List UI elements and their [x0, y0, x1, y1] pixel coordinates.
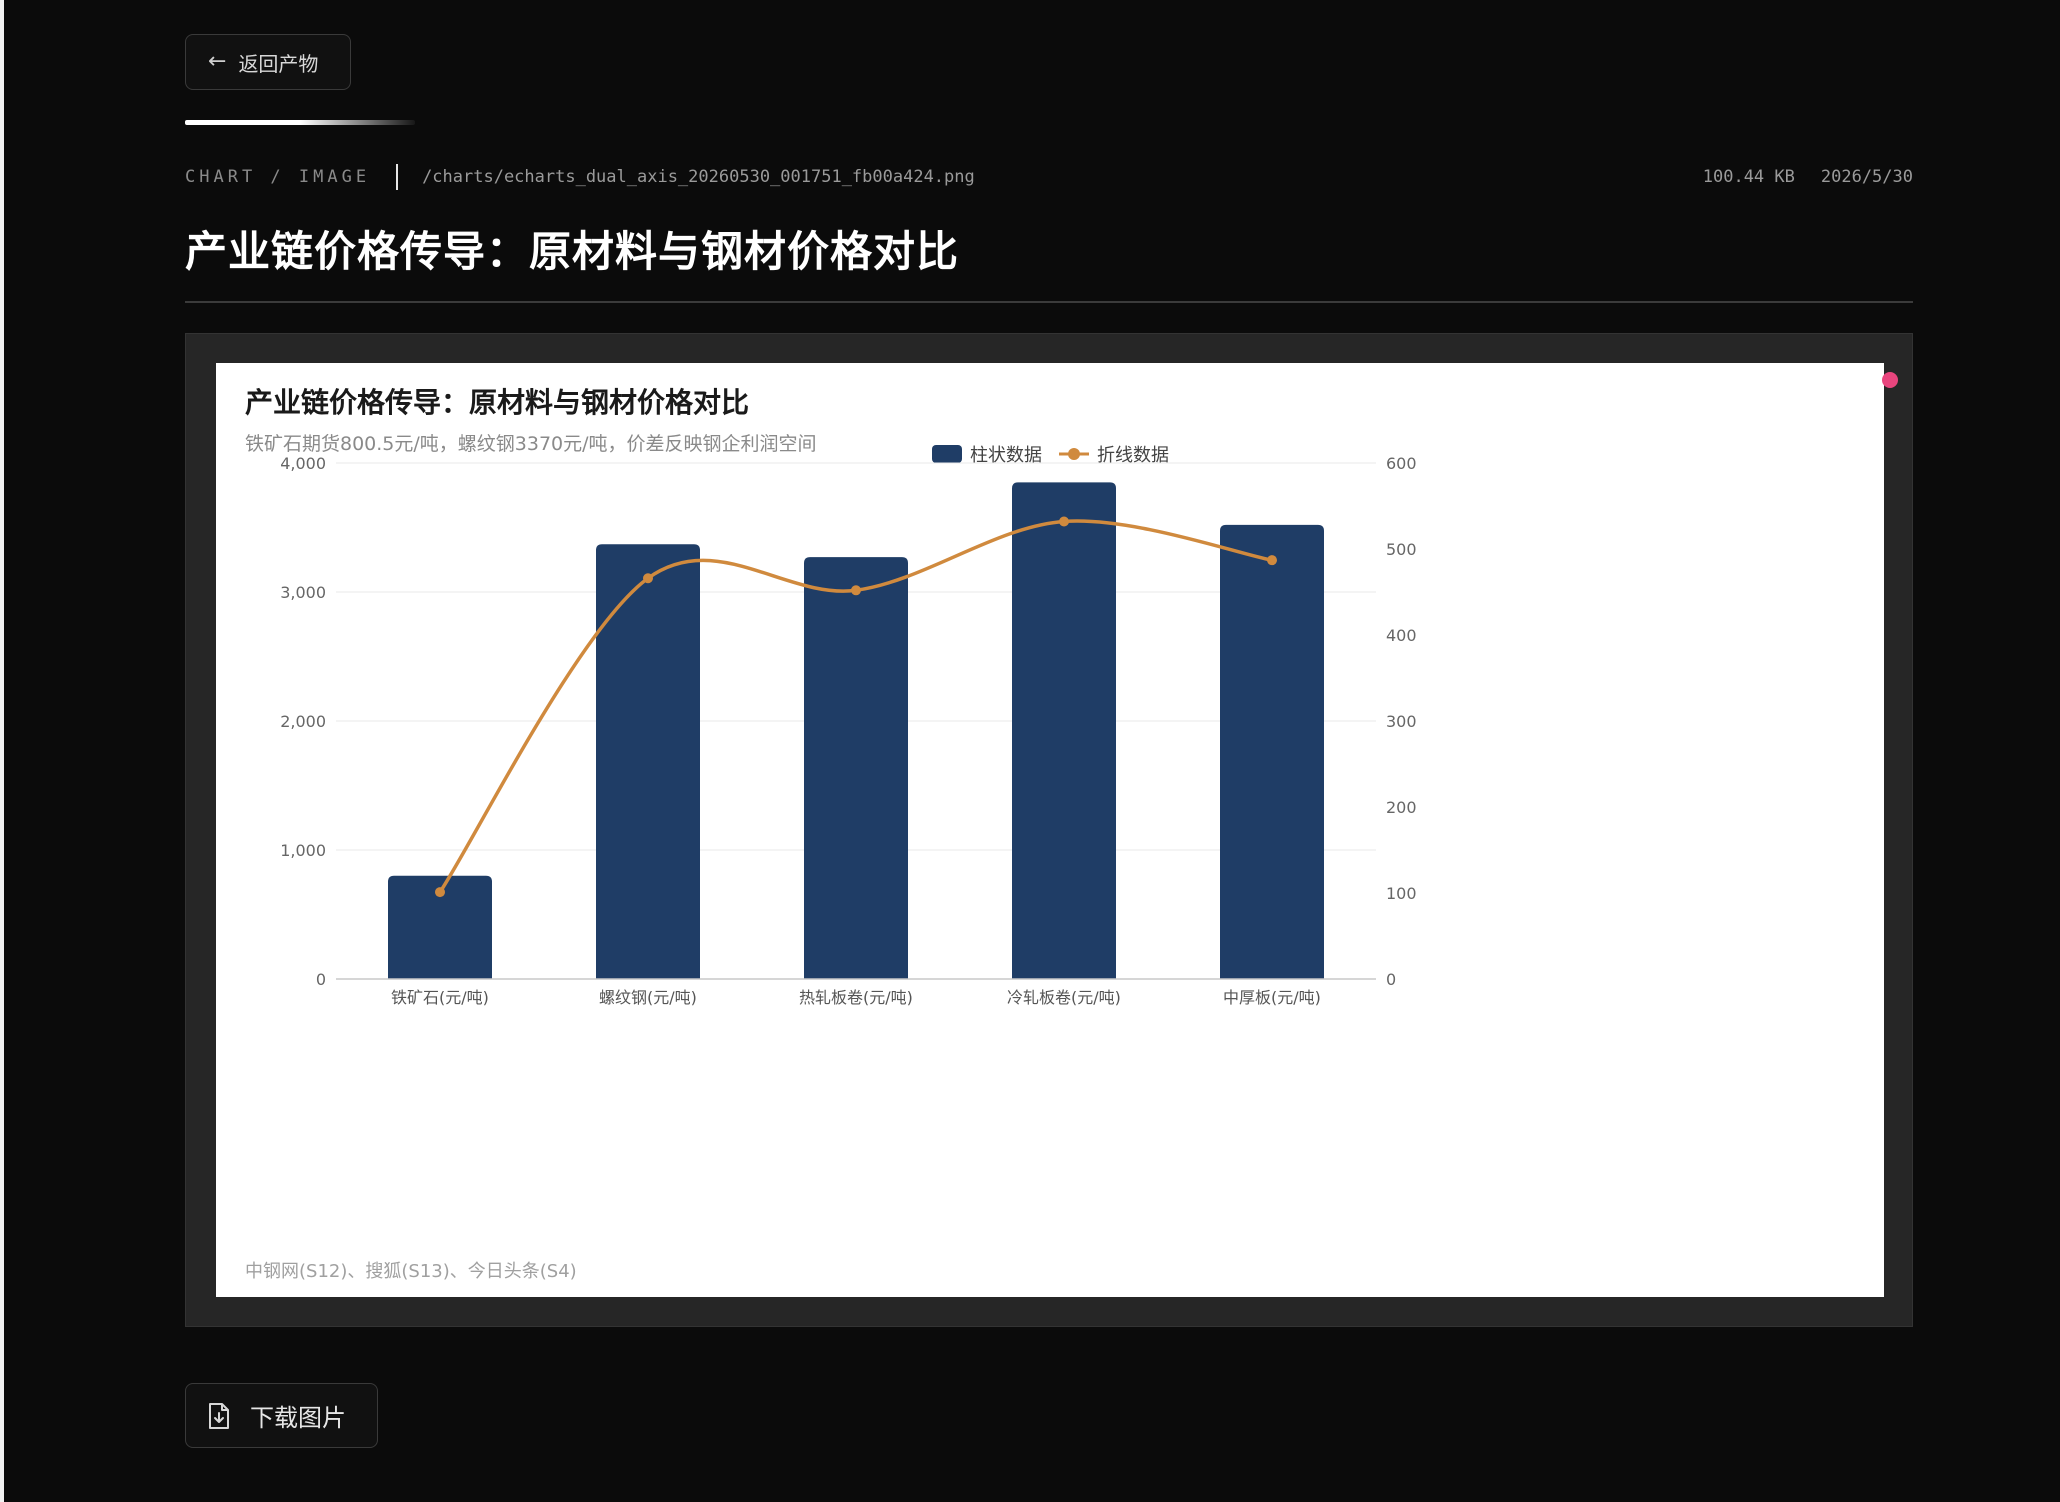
bar-series: [388, 482, 1324, 979]
x-tick-label: 铁矿石(元/吨): [391, 988, 489, 1007]
artifact-size: 100.44 KB: [1702, 167, 1795, 187]
line-point: [435, 887, 445, 898]
y-right-tick-label: 200: [1386, 798, 1417, 817]
download-image-button[interactable]: 下载图片: [185, 1383, 378, 1448]
chart-image: 产业链价格传导：原材料与钢材价格对比 铁矿石期货800.5元/吨，螺纹钢3370…: [216, 363, 1884, 1297]
y-right-tick-label: 500: [1386, 540, 1417, 559]
page-title: 产业链价格传导：原材料与钢材价格对比: [185, 227, 960, 276]
x-tick-label: 冷轧板卷(元/吨): [1007, 988, 1121, 1007]
x-tick-label: 热轧板卷(元/吨): [799, 988, 913, 1007]
image-preview-frame: 产业链价格传导：原材料与钢材价格对比 铁矿石期货800.5元/吨，螺纹钢3370…: [185, 333, 1913, 1327]
chart-subtitle: 铁矿石期货800.5元/吨，螺纹钢3370元/吨，价差反映钢企利润空间: [245, 433, 817, 455]
dual-axis-chart: 产业链价格传导：原材料与钢材价格对比 铁矿石期货800.5元/吨，螺纹钢3370…: [245, 386, 1417, 1282]
line-point: [851, 585, 861, 596]
y-right-tick-label: 100: [1386, 884, 1417, 903]
meta-separator: [396, 164, 399, 190]
x-tick-label: 螺纹钢(元/吨): [599, 988, 697, 1007]
loading-progress-bar: [185, 120, 415, 125]
title-divider: [185, 301, 1913, 303]
artifact-date: 2026/5/30: [1820, 167, 1913, 187]
arrow-left-icon: ←: [208, 49, 227, 74]
line-point: [643, 573, 653, 584]
y-right-tick-label: 0: [1386, 970, 1396, 989]
chart-title: 产业链价格传导：原材料与钢材价格对比: [245, 386, 749, 419]
back-to-artifacts-button[interactable]: ← 返回产物: [185, 34, 351, 90]
y-left-tick-label: 4,000: [280, 454, 326, 473]
y-left-tick-label: 1,000: [280, 841, 326, 860]
status-dot: [1882, 372, 1898, 388]
window-left-edge: [0, 0, 8, 1502]
bar: [1012, 482, 1116, 979]
y-left-tick-label: 2,000: [280, 712, 326, 731]
y-right-tick-label: 300: [1386, 712, 1417, 731]
back-button-label: 返回产物: [238, 51, 319, 76]
legend-line-marker: [1068, 448, 1080, 460]
bar: [804, 557, 908, 979]
artifact-stats: 100.44 KB 2026/5/30: [1703, 167, 1913, 187]
file-download-icon: [209, 1402, 229, 1429]
artifact-kind: CHART / IMAGE: [185, 167, 371, 187]
y-left-tick-label: 0: [316, 970, 326, 989]
y-right-tick-label: 400: [1386, 626, 1417, 645]
y-left-tick-label: 3,000: [280, 583, 326, 602]
line-point: [1059, 516, 1069, 527]
line-point: [1267, 555, 1277, 566]
chart-source: 中钢网(S12)、搜狐(S13)、今日头条(S4): [245, 1261, 577, 1282]
bar: [596, 544, 700, 979]
bar: [1220, 524, 1324, 979]
x-tick-label: 中厚板(元/吨): [1223, 988, 1321, 1007]
y-right-tick-label: 600: [1386, 454, 1417, 473]
artifact-page: ← 返回产物 CHART / IMAGE /charts/echarts_dua…: [185, 0, 1913, 1502]
artifact-path: /charts/echarts_dual_axis_20260530_00175…: [422, 167, 975, 187]
legend-bar-swatch: [932, 445, 962, 463]
download-button-label: 下载图片: [250, 1404, 346, 1432]
artifact-meta-row: CHART / IMAGE /charts/echarts_dual_axis_…: [185, 162, 1913, 192]
